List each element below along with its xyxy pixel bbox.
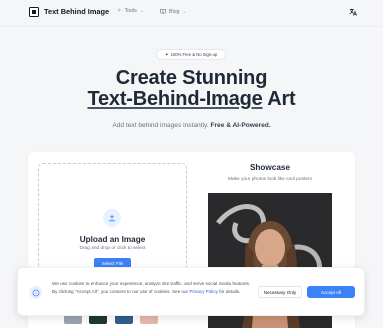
showcase-title: Showcase <box>249 163 291 172</box>
sparkle-icon: ✦ <box>164 51 169 57</box>
hero-title-highlight: Text-Behind-Image <box>87 88 263 110</box>
nav-tools-label: Tools <box>124 8 137 14</box>
page: Text Behind Image ✧ Tools ⌄ Blog ⌄ ✦ 100… <box>0 0 383 328</box>
privacy-policy-link[interactable]: Privacy Policy <box>189 289 218 294</box>
upload-title: Upload an Image <box>79 235 146 244</box>
translate-icon <box>349 8 357 16</box>
hero-title-line1: Create Stunning <box>115 67 268 89</box>
accept-all-button[interactable]: Accept All <box>307 286 355 298</box>
badge-label: 100% Free & No Sign-up <box>170 52 218 57</box>
cookie-message-end: for details. <box>217 288 241 294</box>
logo-icon[interactable] <box>29 7 39 17</box>
nav-blog[interactable]: Blog ⌄ <box>160 8 187 16</box>
hero-subtitle: Add text behind images instantly. Free &… <box>0 122 383 129</box>
nav-tools[interactable]: ✧ Tools ⌄ <box>117 8 144 14</box>
sparkle-icon: ✧ <box>117 8 122 14</box>
nav-blog-label: Blog <box>169 9 180 15</box>
book-icon <box>160 8 166 16</box>
top-navbar: Text Behind Image ✧ Tools ⌄ Blog ⌄ <box>0 0 383 26</box>
upload-icon-circle <box>103 209 121 227</box>
upload-subtitle: Drag and drop or click to select <box>79 246 146 251</box>
hero-subtitle-bold: Free & AI-Powered. <box>210 122 271 129</box>
cookie-message: We use cookies to enhance your experienc… <box>52 280 252 295</box>
upload-icon <box>109 215 115 222</box>
brand-name[interactable]: Text Behind Image <box>44 7 109 16</box>
language-button[interactable] <box>347 6 359 18</box>
hero-subtitle-text: Add text behind images instantly. <box>112 122 211 129</box>
necessary-only-button[interactable]: Necessary Only <box>258 286 302 298</box>
hero-title-rest: Art <box>262 88 296 110</box>
cookie-icon <box>32 289 39 296</box>
hero-title-line2: Text-Behind-Image Art <box>0 88 383 111</box>
header-divider <box>0 26 383 27</box>
showcase-subtitle: Make your photos look like cool posters <box>228 177 312 182</box>
chevron-down-icon: ⌄ <box>182 9 187 15</box>
free-badge: ✦ 100% Free & No Sign-up <box>156 49 226 60</box>
chevron-down-icon: ⌄ <box>139 8 144 14</box>
cookie-icon-circle <box>29 286 42 299</box>
